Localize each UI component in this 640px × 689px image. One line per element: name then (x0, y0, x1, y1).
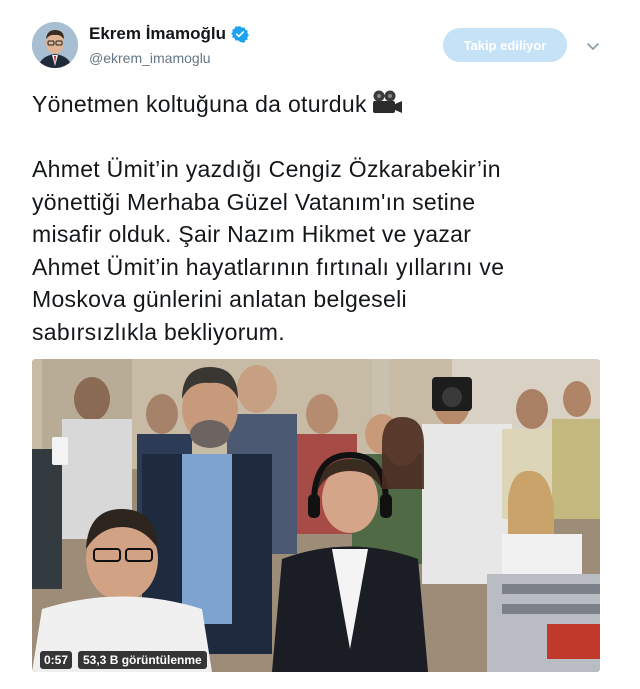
tweet-text-body: Ahmet Ümit’in yazdığı Cengiz Özkarabekir… (32, 156, 505, 345)
chevron-down-icon[interactable] (585, 38, 601, 54)
tweet-text: Yönetmen koltuğuna da oturduk Ahmet Ümit… (32, 88, 612, 348)
author-handle[interactable]: @ekrem_imamoglu (89, 50, 211, 66)
video-duration-badge: 0:57 (40, 651, 73, 669)
avatar[interactable] (32, 22, 78, 68)
movie-camera-icon (369, 89, 403, 115)
video-views-badge: 53,3 B görüntülenme (78, 651, 207, 669)
verified-badge-icon (231, 25, 249, 43)
video-player[interactable] (32, 359, 600, 672)
tweet-header: Ekrem İmamoğlu @ekrem_imamoglu Takip edi… (0, 0, 640, 90)
tweet-text-headline: Yönetmen koltuğuna da oturduk (32, 91, 367, 117)
author-display-name[interactable]: Ekrem İmamoğlu (89, 24, 226, 44)
author-name[interactable]: Ekrem İmamoğlu (89, 24, 249, 44)
following-button[interactable]: Takip ediliyor (443, 28, 567, 62)
video-thumbnail (32, 359, 600, 672)
